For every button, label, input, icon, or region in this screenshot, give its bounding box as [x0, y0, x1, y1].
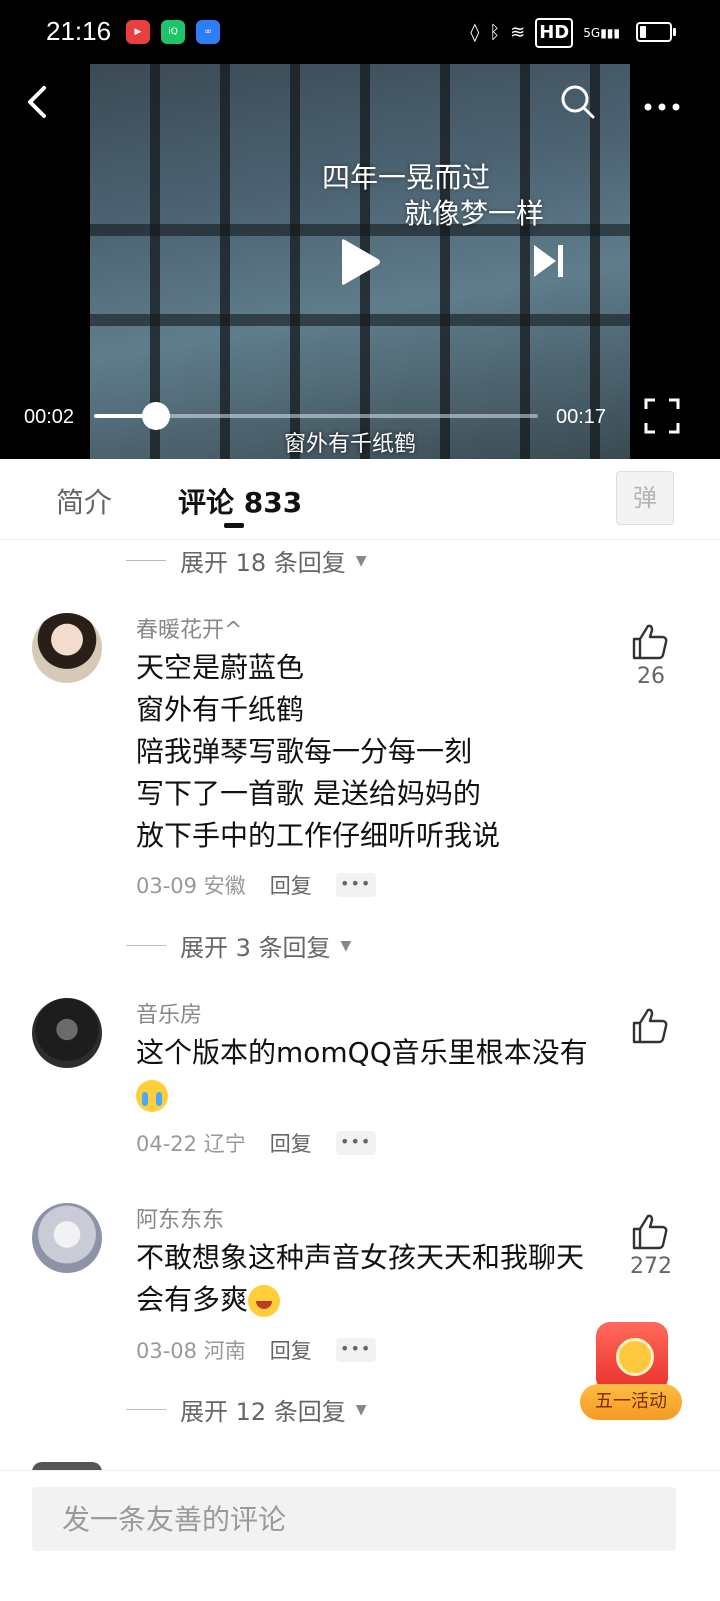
active-tab-indicator	[224, 523, 244, 528]
comment-username[interactable]: 阿东东东	[136, 1202, 224, 1234]
divider	[126, 1409, 166, 1410]
next-button[interactable]	[532, 242, 566, 280]
caret-down-icon: ▼	[355, 552, 367, 569]
video-subtitle: 窗外有千纸鹤	[284, 432, 417, 457]
expand-replies-link[interactable]: 展开 12 条回复 ▼	[126, 1392, 367, 1427]
more-icon	[644, 103, 680, 111]
comment-username[interactable]: 春暖花开^	[136, 612, 242, 644]
more-options-button[interactable]	[644, 86, 680, 119]
comment-text: 不敢想象这种声音女孩天天和我聊天 会有多爽	[136, 1241, 585, 1317]
lyric-line-2: 就像梦一样	[404, 197, 545, 230]
promo-float-button[interactable]: 五一活动	[580, 1322, 684, 1424]
video-record-app-icon: ▶	[126, 20, 150, 44]
tab-comments[interactable]: 评论 833	[178, 481, 302, 521]
reply-button[interactable]: 回复	[270, 1335, 312, 1365]
comment-meta: 03-08 河南 回复 •••	[136, 1335, 376, 1365]
avatar[interactable]	[32, 613, 102, 683]
promo-label: 五一活动	[580, 1384, 682, 1420]
search-icon	[561, 85, 595, 119]
signal-icon: 5G▮▮▮	[583, 26, 620, 40]
avatar[interactable]	[32, 1203, 102, 1273]
total-time: 00:17	[556, 406, 607, 428]
like-button[interactable]	[630, 622, 670, 662]
chevron-left-icon	[28, 86, 46, 118]
comment-meta: 04-22 辽宁 回复 •••	[136, 1128, 376, 1158]
comment-date-location: 04-22 辽宁	[136, 1132, 246, 1156]
divider	[126, 560, 166, 561]
back-button[interactable]	[18, 82, 58, 122]
iqiyi-app-icon: iQ	[161, 20, 185, 44]
status-time: 21:16	[46, 16, 112, 46]
video-player[interactable]: 四年一晃而过 就像梦一样 00:02 00:17 窗外有千纸鹤	[0, 64, 720, 459]
comment-input-bar	[0, 1470, 720, 1601]
reply-button[interactable]: 回复	[270, 870, 312, 900]
like-count: 272	[630, 1254, 672, 1279]
caret-down-icon: ▼	[340, 937, 352, 954]
divider	[126, 945, 166, 946]
bluetooth-icon: ᛒ	[489, 22, 501, 43]
like-button[interactable]	[630, 1212, 670, 1252]
fullscreen-button[interactable]	[644, 398, 680, 434]
thumbs-up-icon	[632, 1214, 668, 1250]
avatar[interactable]	[32, 998, 102, 1068]
play-button[interactable]	[338, 238, 382, 286]
thumbs-up-icon	[632, 1008, 668, 1044]
comment-more-button[interactable]: •••	[335, 1131, 376, 1155]
seek-handle[interactable]	[142, 402, 171, 430]
lyric-line-1: 四年一晃而过	[322, 161, 491, 194]
drop-icon: ◊	[470, 22, 480, 43]
battery-icon	[636, 22, 676, 42]
comment-meta: 03-09 安徽 回复 •••	[136, 870, 376, 900]
expand-replies-label: 展开 3 条回复	[180, 934, 331, 962]
comment-text: 天空是蔚蓝色 窗外有千纸鹤 陪我弹琴写歌每一分每一刻 写下了一首歌 是送给妈妈的…	[136, 651, 501, 852]
comment-date-location: 03-08 河南	[136, 1339, 246, 1363]
comment-date-location: 03-09 安徽	[136, 874, 246, 898]
thumbs-up-icon	[632, 624, 668, 660]
crying-emoji-icon	[136, 1080, 168, 1112]
expand-replies-link[interactable]: 展开 3 条回复 ▼	[126, 928, 351, 963]
skip-next-icon	[534, 245, 563, 277]
reply-button[interactable]: 回复	[270, 1128, 312, 1158]
comment-more-button[interactable]: •••	[335, 873, 376, 897]
comment-input[interactable]	[32, 1487, 676, 1551]
expand-replies-label: 展开 18 条回复	[180, 549, 346, 577]
caret-down-icon: ▼	[355, 1401, 367, 1418]
comment-username[interactable]: 音乐房	[136, 997, 202, 1029]
expand-replies-link[interactable]: 展开 18 条回复 ▼	[126, 543, 367, 578]
play-coin-icon	[616, 1338, 654, 1376]
expand-replies-label: 展开 12 条回复	[180, 1398, 346, 1426]
tab-intro[interactable]: 简介	[56, 481, 112, 521]
like-button[interactable]	[630, 1006, 670, 1046]
comment-more-button[interactable]: •••	[335, 1338, 376, 1362]
search-button[interactable]	[560, 84, 596, 120]
laughing-emoji-icon	[248, 1285, 281, 1317]
infinity-app-icon: ∞	[196, 20, 220, 44]
wifi-icon: ≋	[510, 22, 526, 43]
danmaku-toggle-button[interactable]: 弹	[616, 471, 674, 525]
comment-text: 这个版本的momQQ音乐里根本没有	[136, 1032, 588, 1116]
hd-icon: HD	[535, 18, 574, 48]
play-icon	[342, 239, 380, 285]
seek-bar[interactable]	[94, 402, 538, 430]
tab-bar: 简介 评论 833 弹	[0, 459, 720, 540]
status-bar: 21:16 ▶ iQ ∞ ◊ ᛒ ≋ HD 5G▮▮▮	[0, 0, 720, 64]
like-count: 26	[637, 664, 665, 689]
fullscreen-icon	[644, 398, 680, 434]
current-time: 00:02	[24, 406, 75, 428]
